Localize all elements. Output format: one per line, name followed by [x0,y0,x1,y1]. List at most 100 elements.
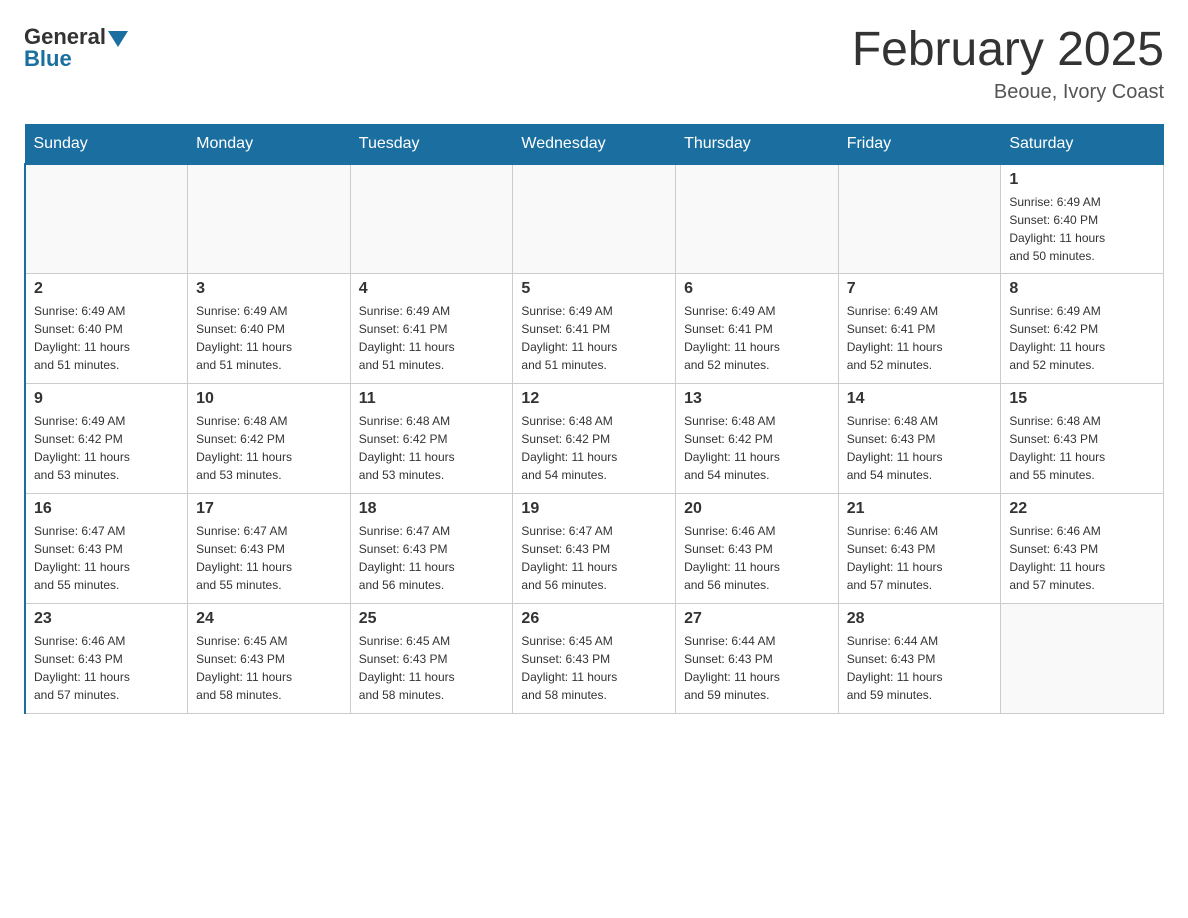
logo-blue-text: Blue [24,46,72,72]
day-number: 23 [34,610,179,628]
calendar-header-cell: Monday [188,124,351,164]
day-number: 15 [1009,390,1155,408]
day-number: 22 [1009,500,1155,518]
calendar-header-cell: Wednesday [513,124,676,164]
day-number: 14 [847,390,993,408]
calendar-header-cell: Sunday [25,124,188,164]
calendar-header-cell: Friday [838,124,1001,164]
calendar-cell: 27Sunrise: 6:44 AM Sunset: 6:43 PM Dayli… [676,604,839,714]
calendar-week-row: 2Sunrise: 6:49 AM Sunset: 6:40 PM Daylig… [25,274,1164,384]
calendar-header-cell: Thursday [676,124,839,164]
day-info: Sunrise: 6:44 AM Sunset: 6:43 PM Dayligh… [847,632,993,704]
page-header: General Blue February 2025 Beoue, Ivory … [24,24,1164,104]
day-info: Sunrise: 6:47 AM Sunset: 6:43 PM Dayligh… [34,522,179,594]
calendar-cell: 3 Sunrise: 6:49 AM Sunset: 6:40 PM Daylig… [188,274,351,384]
calendar-cell: 4 Sunrise: 6:49 AM Sunset: 6:41 PM Daylig… [350,274,513,384]
calendar-cell: 23 Sunrise: 6:46 AM Sunset: 6:43 PM Dayli… [25,604,188,714]
day-info: Sunrise: 6:49 AM Sunset: 6:41 PM Dayligh… [521,302,667,374]
calendar-week-row: 16 Sunrise: 6:47 AM Sunset: 6:43 PM Dayli… [25,494,1164,604]
calendar-cell [188,164,351,274]
day-number: 16 [34,500,179,518]
calendar-cell: 13 Sunrise: 6:48 AM Sunset: 6:42 PM Dayli… [676,384,839,494]
day-info: Sunrise: 6:49 AM Sunset: 6:42 PM Dayligh… [34,412,179,484]
day-info: Sunrise: 6:44 AM Sunset: 6:43 PM Dayligh… [684,632,830,704]
calendar-cell: 21 Sunrise: 6:46 AM Sunset: 6:43 PM Dayli… [838,494,1001,604]
day-info: Sunrise: 6:45 AM Sunset: 6:43 PM Dayligh… [196,632,342,704]
day-info: Sunrise: 6:46 AM Sunset: 6:43 PM Dayligh… [847,522,993,594]
day-info: Sunrise: 6:45 AM Sunset: 6:43 PM Dayligh… [359,632,505,704]
calendar-cell: 16 Sunrise: 6:47 AM Sunset: 6:43 PM Dayli… [25,494,188,604]
day-info: Sunrise: 6:47 AM Sunset: 6:43 PM Dayligh… [521,522,667,594]
calendar-cell: 14 Sunrise: 6:48 AM Sunset: 6:43 PM Dayli… [838,384,1001,494]
calendar-cell: 15 Sunrise: 6:48 AM Sunset: 6:43 PM Dayli… [1001,384,1164,494]
day-info: Sunrise: 6:48 AM Sunset: 6:42 PM Dayligh… [521,412,667,484]
day-info: Sunrise: 6:46 AM Sunset: 6:43 PM Dayligh… [34,632,179,704]
calendar-header-row: SundayMondayTuesdayWednesdayThursdayFrid… [25,124,1164,164]
day-number: 18 [359,500,505,518]
day-number: 5 [521,280,667,298]
calendar-cell: 24 Sunrise: 6:45 AM Sunset: 6:43 PM Dayli… [188,604,351,714]
day-number: 6 [684,280,830,298]
calendar-cell: 17Sunrise: 6:47 AM Sunset: 6:43 PM Dayli… [188,494,351,604]
day-number: 19 [521,500,667,518]
calendar-table: SundayMondayTuesdayWednesdayThursdayFrid… [24,124,1164,715]
calendar-cell: 10 Sunrise: 6:48 AM Sunset: 6:42 PM Dayli… [188,384,351,494]
day-info: Sunrise: 6:48 AM Sunset: 6:43 PM Dayligh… [1009,412,1155,484]
day-info: Sunrise: 6:48 AM Sunset: 6:43 PM Dayligh… [847,412,993,484]
calendar-cell: 22 Sunrise: 6:46 AM Sunset: 6:43 PM Dayli… [1001,494,1164,604]
calendar-cell [350,164,513,274]
calendar-header-cell: Tuesday [350,124,513,164]
calendar-cell: 7 Sunrise: 6:49 AM Sunset: 6:41 PM Daylig… [838,274,1001,384]
day-info: Sunrise: 6:48 AM Sunset: 6:42 PM Dayligh… [359,412,505,484]
day-number: 9 [34,390,179,408]
calendar-cell: 26Sunrise: 6:45 AM Sunset: 6:43 PM Dayli… [513,604,676,714]
day-info: Sunrise: 6:49 AM Sunset: 6:40 PM Dayligh… [34,302,179,374]
day-number: 24 [196,610,342,628]
calendar-cell: 2Sunrise: 6:49 AM Sunset: 6:40 PM Daylig… [25,274,188,384]
day-info: Sunrise: 6:48 AM Sunset: 6:42 PM Dayligh… [196,412,342,484]
calendar-header-cell: Saturday [1001,124,1164,164]
day-number: 10 [196,390,342,408]
day-number: 20 [684,500,830,518]
day-number: 1 [1009,171,1155,189]
day-number: 13 [684,390,830,408]
calendar-cell: 20 Sunrise: 6:46 AM Sunset: 6:43 PM Dayli… [676,494,839,604]
calendar-cell [838,164,1001,274]
day-number: 28 [847,610,993,628]
day-info: Sunrise: 6:49 AM Sunset: 6:41 PM Dayligh… [359,302,505,374]
day-number: 21 [847,500,993,518]
calendar-cell [1001,604,1164,714]
calendar-header: SundayMondayTuesdayWednesdayThursdayFrid… [25,124,1164,164]
day-info: Sunrise: 6:49 AM Sunset: 6:40 PM Dayligh… [196,302,342,374]
day-number: 7 [847,280,993,298]
day-info: Sunrise: 6:49 AM Sunset: 6:41 PM Dayligh… [684,302,830,374]
logo-arrow-icon [108,31,128,47]
month-title: February 2025 [852,24,1164,77]
day-number: 12 [521,390,667,408]
day-number: 3 [196,280,342,298]
calendar-week-row: 9 Sunrise: 6:49 AM Sunset: 6:42 PM Daylig… [25,384,1164,494]
calendar-cell: 11 Sunrise: 6:48 AM Sunset: 6:42 PM Dayli… [350,384,513,494]
calendar-week-row: 1 Sunrise: 6:49 AM Sunset: 6:40 PM Daylig… [25,164,1164,274]
calendar-cell: 9 Sunrise: 6:49 AM Sunset: 6:42 PM Daylig… [25,384,188,494]
calendar-cell: 1 Sunrise: 6:49 AM Sunset: 6:40 PM Daylig… [1001,164,1164,274]
day-number: 25 [359,610,505,628]
day-number: 8 [1009,280,1155,298]
day-number: 4 [359,280,505,298]
calendar-cell: 28 Sunrise: 6:44 AM Sunset: 6:43 PM Dayli… [838,604,1001,714]
day-info: Sunrise: 6:49 AM Sunset: 6:40 PM Dayligh… [1009,193,1155,265]
calendar-week-row: 23 Sunrise: 6:46 AM Sunset: 6:43 PM Dayli… [25,604,1164,714]
day-info: Sunrise: 6:46 AM Sunset: 6:43 PM Dayligh… [1009,522,1155,594]
logo: General Blue [24,24,128,72]
title-section: February 2025 Beoue, Ivory Coast [852,24,1164,104]
day-number: 11 [359,390,505,408]
calendar-cell: 5 Sunrise: 6:49 AM Sunset: 6:41 PM Daylig… [513,274,676,384]
day-info: Sunrise: 6:48 AM Sunset: 6:42 PM Dayligh… [684,412,830,484]
calendar-cell: 6 Sunrise: 6:49 AM Sunset: 6:41 PM Daylig… [676,274,839,384]
calendar-cell: 12 Sunrise: 6:48 AM Sunset: 6:42 PM Dayli… [513,384,676,494]
day-info: Sunrise: 6:46 AM Sunset: 6:43 PM Dayligh… [684,522,830,594]
calendar-cell: 25 Sunrise: 6:45 AM Sunset: 6:43 PM Dayli… [350,604,513,714]
day-info: Sunrise: 6:49 AM Sunset: 6:41 PM Dayligh… [847,302,993,374]
location: Beoue, Ivory Coast [852,81,1164,104]
day-info: Sunrise: 6:49 AM Sunset: 6:42 PM Dayligh… [1009,302,1155,374]
